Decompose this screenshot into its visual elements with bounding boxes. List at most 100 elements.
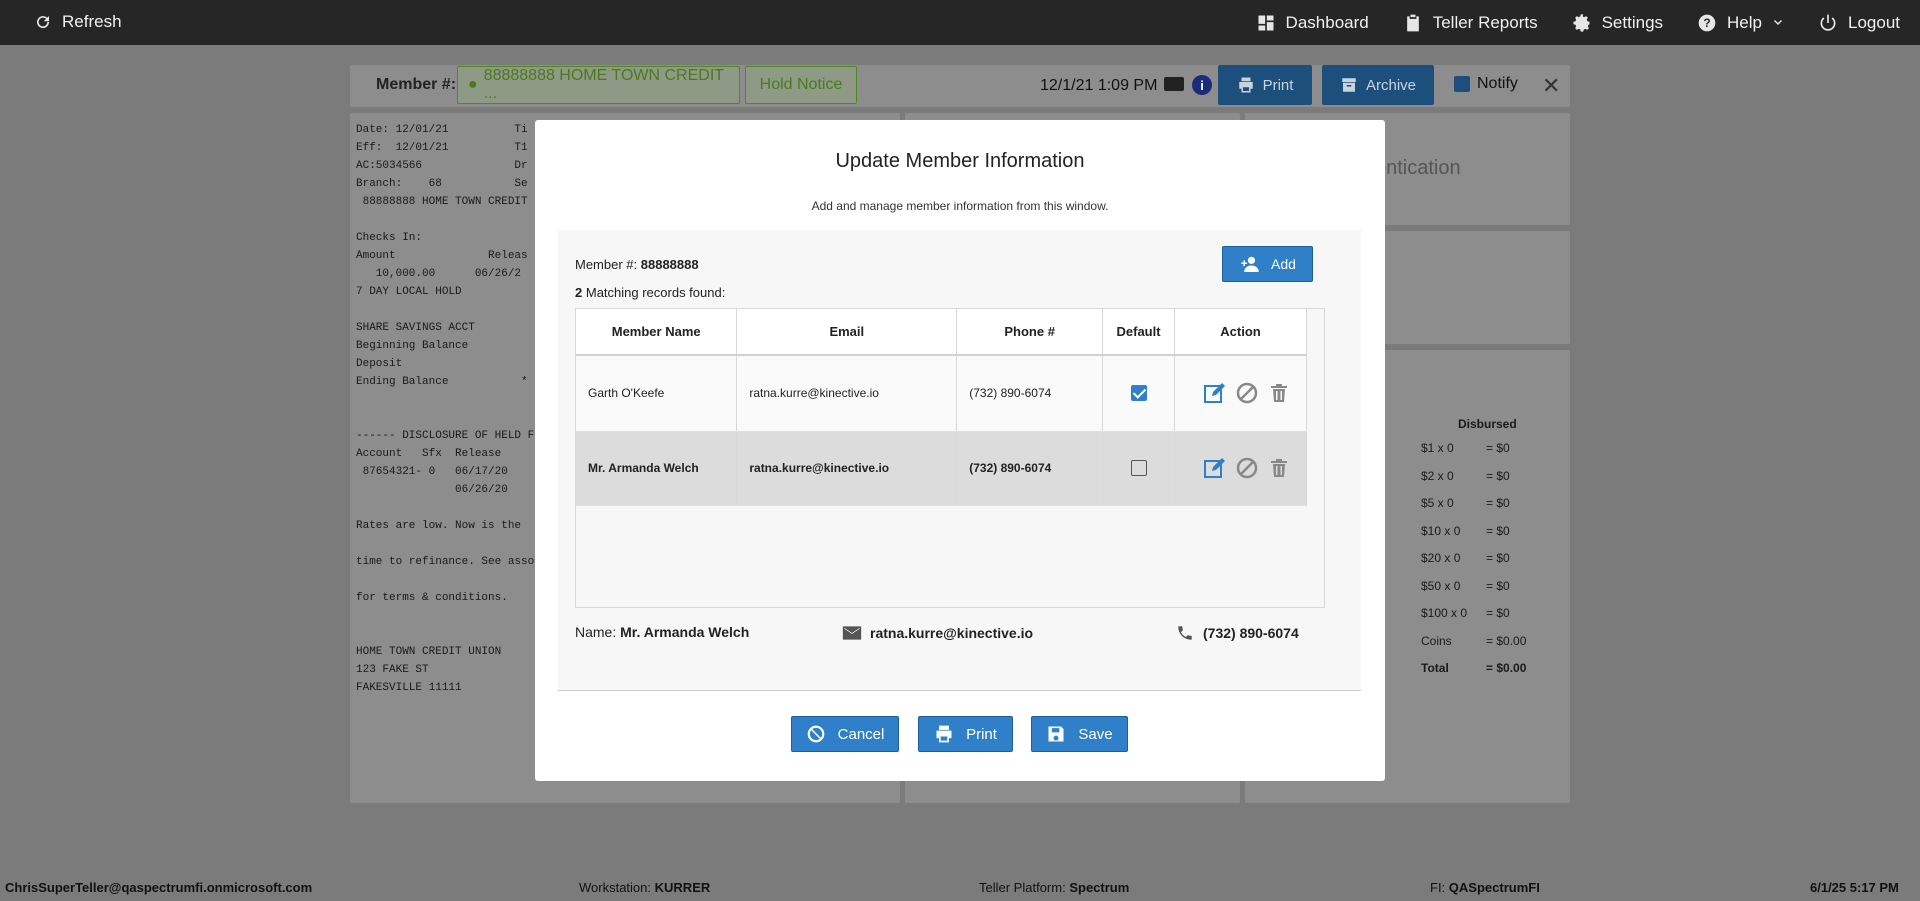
- disbursed-row: $5 x 0 = $0: [1421, 496, 1541, 510]
- disbursed-label: Coins: [1421, 633, 1452, 648]
- summary-name: Name: Mr. Armanda Welch: [575, 624, 749, 640]
- disbursed-label: Total: [1421, 661, 1449, 675]
- hold-notice-button[interactable]: Hold Notice: [745, 66, 857, 104]
- disbursed-row: Total = $0.00: [1421, 661, 1541, 675]
- trash-icon[interactable]: [1267, 456, 1291, 480]
- nav-help[interactable]: ? Help: [1697, 13, 1784, 33]
- modal-subtitle: Add and manage member information from t…: [811, 199, 1109, 213]
- match-count-value: 2: [575, 285, 583, 300]
- col-member-name: Member Name: [576, 309, 738, 356]
- status-datetime: 6/1/25 5:17 PM: [1810, 880, 1899, 895]
- table-row[interactable]: Mr. Armanda Welch ratna.kurre@kinective.…: [576, 431, 1307, 506]
- cell-default: [1102, 431, 1176, 506]
- nav-logout[interactable]: Logout: [1818, 13, 1900, 33]
- status-fi: FI: QASpectrumFI: [1430, 880, 1540, 895]
- archive-button[interactable]: Archive: [1322, 65, 1434, 105]
- disbursed-value: = $0.00: [1486, 661, 1527, 675]
- disbursed-label: $20 x 0: [1421, 551, 1461, 565]
- disbursed-value: = $0: [1486, 441, 1510, 455]
- member-header: Member #: ● 88888888 HOME TOWN CREDIT ..…: [350, 65, 1570, 107]
- power-icon: [1820, 14, 1836, 31]
- disbursed-label: $1 x 0: [1421, 441, 1454, 455]
- match-count-text: Matching records found:: [585, 285, 726, 300]
- refresh-button[interactable]: Refresh: [34, 12, 122, 32]
- members-table-container: Member Name Email Phone # Default Action…: [575, 308, 1325, 608]
- nav-logout-label: Logout: [1848, 12, 1900, 32]
- trash-icon[interactable]: [1267, 381, 1291, 405]
- disbursed-header: Disbursed: [1458, 417, 1517, 431]
- modal-title: Update Member Information: [835, 150, 1085, 172]
- nav-settings-label: Settings: [1601, 12, 1664, 32]
- col-email: Email: [736, 309, 958, 356]
- authentication-text: entication: [1375, 157, 1461, 179]
- status-platform-label: Teller Platform:: [979, 880, 1066, 895]
- header-print-button[interactable]: Print: [1218, 65, 1312, 105]
- default-checkbox[interactable]: [1130, 385, 1147, 402]
- members-table: Member Name Email Phone # Default Action…: [576, 309, 1307, 506]
- edit-icon[interactable]: [1203, 381, 1227, 405]
- status-fi-value: QASpectrumFI: [1448, 880, 1540, 895]
- disbursed-label: $50 x 0: [1421, 578, 1461, 593]
- cell-member-name: Garth O'Keefe: [576, 355, 738, 432]
- member-number-label: Member #:: [575, 257, 638, 272]
- save-label: Save: [1078, 725, 1113, 743]
- summary-phone-value: (732) 890-6074: [1203, 625, 1299, 641]
- nav-dashboard[interactable]: Dashboard: [1256, 13, 1369, 33]
- print-button[interactable]: Print: [918, 716, 1013, 752]
- col-default: Default: [1102, 309, 1176, 356]
- cell-action: [1174, 355, 1307, 432]
- update-member-modal: Update Member Information Add and manage…: [535, 120, 1385, 781]
- info-icon[interactable]: i: [1192, 75, 1212, 95]
- refresh-label: Refresh: [62, 12, 122, 31]
- disbursed-value: = $0: [1486, 468, 1510, 483]
- close-icon[interactable]: ✕: [1542, 73, 1560, 99]
- disbursed-row: $100 x 0 = $0: [1421, 606, 1541, 620]
- keyboard-icon[interactable]: [1164, 77, 1184, 91]
- printer-icon: [936, 725, 952, 743]
- disbursed-value: = $0: [1486, 551, 1510, 565]
- cancel-button[interactable]: Cancel: [791, 716, 899, 752]
- status-user: ChrisSuperTeller@qaspectrumfi.onmicrosof…: [5, 880, 312, 895]
- phone-icon: [1178, 626, 1192, 640]
- summary-email-value: ratna.kurre@kinective.io: [870, 625, 1034, 641]
- nav-settings[interactable]: Settings: [1572, 13, 1663, 33]
- member-button[interactable]: ● 88888888 HOME TOWN CREDIT ...: [457, 66, 740, 104]
- header-print-label: Print: [1262, 76, 1294, 94]
- top-nav: Dashboard Teller Reports Settings ? Help…: [1256, 0, 1900, 45]
- member-number-value: 88888888: [640, 257, 699, 272]
- table-row[interactable]: Garth O'Keefe ratna.kurre@kinective.io (…: [576, 355, 1307, 432]
- header-datetime: 12/1/21 1:09 PM: [1040, 77, 1158, 94]
- cell-phone: (732) 890-6074: [956, 431, 1104, 506]
- cancel-label: Cancel: [837, 725, 885, 743]
- status-platform-value: Spectrum: [1069, 880, 1130, 895]
- nav-help-label: Help: [1727, 12, 1762, 32]
- add-label: Add: [1271, 256, 1296, 272]
- svg-text:?: ?: [1703, 17, 1710, 30]
- save-button[interactable]: Save: [1031, 716, 1128, 752]
- print-label: Print: [966, 725, 997, 743]
- disbursed-value: = $0: [1486, 523, 1510, 538]
- disable-icon[interactable]: [1235, 456, 1259, 480]
- default-checkbox[interactable]: [1130, 460, 1147, 476]
- disbursed-row: $50 x 0 = $0: [1421, 579, 1541, 593]
- disbursed-row: $1 x 0 = $0: [1421, 441, 1541, 455]
- cell-email: ratna.kurre@kinective.io: [736, 431, 958, 506]
- status-platform: Teller Platform: Spectrum: [979, 880, 1129, 895]
- disbursed-row: $10 x 0 = $0: [1421, 524, 1541, 538]
- nav-teller-reports[interactable]: Teller Reports: [1403, 13, 1538, 33]
- disable-icon[interactable]: [1235, 381, 1259, 405]
- member-label: Member #:: [376, 76, 457, 93]
- gear-icon: [1573, 13, 1590, 32]
- dashboard-icon: [1258, 15, 1274, 30]
- notify-label: Notify: [1477, 75, 1518, 92]
- status-datetime-value: 6/1/25 5:17 PM: [1810, 880, 1899, 895]
- add-user-icon: [1241, 256, 1259, 272]
- chevron-down-icon: [1774, 19, 1782, 25]
- cell-default: [1102, 355, 1176, 432]
- cell-phone: (732) 890-6074: [956, 355, 1104, 432]
- member-button-label: 88888888 HOME TOWN CREDIT ...: [483, 67, 724, 102]
- edit-icon[interactable]: [1203, 456, 1227, 480]
- notify-checkbox[interactable]: Notify: [1454, 75, 1518, 93]
- add-member-button[interactable]: Add: [1222, 246, 1313, 282]
- archive-label: Archive: [1365, 76, 1417, 94]
